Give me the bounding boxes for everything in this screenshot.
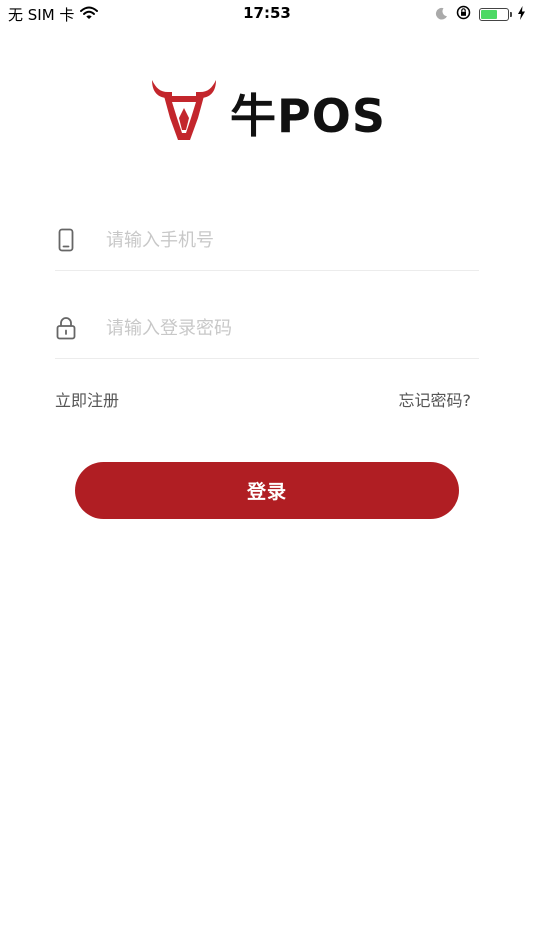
bull-head-icon bbox=[150, 78, 218, 148]
battery-level bbox=[481, 10, 497, 19]
app-logo: 牛POS bbox=[150, 80, 390, 146]
register-link[interactable]: 立即注册 bbox=[55, 387, 119, 411]
rotation-lock-icon bbox=[456, 5, 471, 24]
password-input[interactable] bbox=[104, 316, 448, 340]
forgot-password-link[interactable]: 忘记密码? bbox=[399, 387, 472, 411]
phone-field bbox=[55, 210, 479, 271]
login-button[interactable]: 登录 bbox=[75, 462, 459, 519]
phone-input[interactable] bbox=[104, 228, 448, 252]
brand-name: 牛POS bbox=[230, 89, 386, 143]
battery-icon bbox=[479, 8, 512, 21]
status-right bbox=[435, 5, 526, 24]
status-bar: 无 SIM 卡 17:53 bbox=[0, 0, 534, 28]
phone-icon bbox=[55, 228, 77, 252]
charging-bolt-icon bbox=[517, 5, 526, 24]
lock-icon bbox=[55, 316, 77, 340]
password-field bbox=[55, 298, 479, 359]
moon-icon bbox=[435, 5, 448, 24]
